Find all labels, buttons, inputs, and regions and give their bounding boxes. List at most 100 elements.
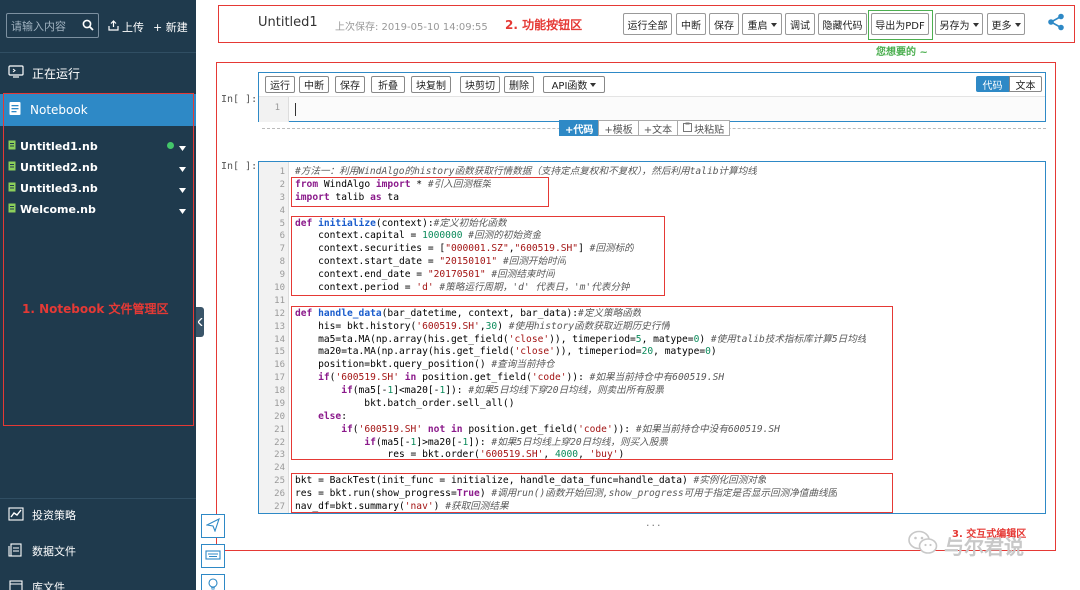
cell-copy-button[interactable]: 块复制 — [411, 76, 451, 93]
editor-annotation: 3. 交互式编辑区 — [952, 529, 1027, 540]
insert-template-button[interactable]: +模板 — [598, 120, 639, 136]
chevron-left-icon — [196, 316, 203, 329]
line-gutter: 1 2 3 4 5 6 7 8 9 10 11 12 13 14 15 16 1… — [259, 162, 289, 513]
chevron-down-icon[interactable] — [179, 162, 186, 175]
search-box[interactable] — [6, 13, 99, 38]
chevron-down-icon — [1014, 19, 1021, 30]
button-label: 折叠 — [378, 81, 398, 92]
cell-run-button[interactable]: 运行 — [265, 76, 295, 93]
line-number: 1 — [259, 97, 289, 122]
mode-code-toggle[interactable]: 代码 — [976, 76, 1009, 92]
file-item-untitled2[interactable]: Untitled2.nb — [8, 158, 188, 176]
code-cell[interactable]: 1 2 3 4 5 6 7 8 9 10 11 12 13 14 15 16 1… — [258, 161, 1046, 514]
mode-text-toggle[interactable]: 文本 — [1009, 76, 1042, 92]
file-item-welcome[interactable]: Welcome.nb — [8, 200, 188, 218]
sidebar-item-notebook[interactable]: Notebook — [0, 94, 196, 126]
sidebar-divider — [0, 498, 196, 499]
sidebar-item-label: 数据文件 — [32, 545, 76, 558]
insert-code-button[interactable]: +代码 — [559, 120, 600, 136]
clipboard-icon — [683, 122, 693, 135]
file-name: Welcome.nb — [20, 202, 96, 216]
line-number: 25 — [274, 476, 285, 486]
run-all-button[interactable]: 运行全部 — [623, 13, 672, 35]
line-number: 18 — [274, 386, 285, 396]
upload-button[interactable]: 上传 — [108, 19, 144, 35]
cell-more-indicator[interactable]: ... — [646, 516, 663, 529]
button-label: 运行 — [270, 81, 290, 92]
sidebar-item-library[interactable]: 库文件 — [0, 572, 196, 590]
api-function-button[interactable]: API函数 — [543, 76, 605, 93]
share-button[interactable] — [1047, 13, 1065, 34]
file-item-untitled1[interactable]: Untitled1.nb — [8, 137, 188, 155]
sidebar-item-label: 正在运行 — [32, 66, 81, 81]
search-input[interactable] — [11, 18, 79, 34]
debug-button[interactable]: 调试 — [785, 13, 815, 35]
hide-code-button[interactable]: 隐藏代码 — [818, 13, 867, 35]
button-label: 另存为 — [939, 20, 970, 32]
notebook-file-icon — [8, 182, 16, 195]
code-line: import talib as ta — [295, 192, 399, 203]
sidebar-item-running[interactable]: 正在运行 — [0, 58, 196, 88]
trend-chart-icon — [8, 506, 24, 524]
bulb-tool-button[interactable] — [201, 574, 225, 590]
line-number: 12 — [274, 309, 285, 319]
sidebar-collapse-handle[interactable] — [196, 307, 204, 337]
file-item-untitled3[interactable]: Untitled3.nb — [8, 179, 188, 197]
button-label: 调试 — [790, 20, 810, 32]
line-number: 9 — [279, 270, 285, 280]
interrupt-button[interactable]: 中断 — [676, 13, 706, 35]
code-line: ma20=ta.MA(np.array(his.get_field('close… — [295, 346, 717, 357]
code-line: def handle_data(bar_datetime, context, b… — [295, 308, 642, 319]
library-icon — [8, 579, 24, 590]
sidebar-item-strategy[interactable]: 投资策略 — [0, 500, 196, 530]
button-label: 隐藏代码 — [822, 20, 863, 32]
line-number: 11 — [274, 296, 285, 306]
restart-button[interactable]: 重启 — [742, 13, 782, 35]
chevron-down-icon — [972, 19, 979, 30]
empty-code-cell[interactable]: 运行 中断 保存 折叠 块复制 块剪切 删除 API函数 代码 文本 1 — [258, 72, 1046, 122]
sidebar-item-data-files[interactable]: 数据文件 — [0, 536, 196, 566]
file-name: Untitled1.nb — [20, 139, 98, 153]
chevron-down-icon[interactable] — [179, 141, 186, 154]
button-label: 保存 — [340, 81, 360, 92]
keyboard-tool-button[interactable] — [201, 544, 225, 568]
notebook-title[interactable]: Untitled1 — [258, 15, 318, 30]
chevron-down-icon[interactable] — [179, 204, 186, 217]
notebook-file-icon — [8, 161, 16, 174]
line-number: 21 — [274, 425, 285, 435]
line-number: 5 — [279, 219, 285, 229]
export-pdf-button[interactable]: 导出为PDF — [871, 13, 929, 35]
line-number: 8 — [279, 257, 285, 267]
save-button[interactable]: 保存 — [709, 13, 739, 35]
line-number: 13 — [274, 322, 285, 332]
code-line: nav_df=bkt.summary('nav') #获取回测结果 — [295, 501, 509, 512]
button-label: 块剪切 — [465, 81, 495, 92]
send-tool-button[interactable] — [201, 514, 225, 538]
toolbar-annotation: 2. 功能按钮区 — [505, 18, 583, 32]
button-label: 中断 — [304, 81, 324, 92]
paste-block-button[interactable]: 块粘贴 — [677, 120, 731, 136]
button-label: 中断 — [681, 20, 701, 32]
more-button[interactable]: 更多 — [987, 13, 1025, 35]
search-icon[interactable] — [82, 19, 94, 34]
line-number: 7 — [279, 244, 285, 254]
line-number: 27 — [274, 502, 285, 512]
wechat-icon — [908, 530, 938, 561]
insert-text-button[interactable]: +文本 — [637, 120, 679, 136]
cell-cut-button[interactable]: 块剪切 — [460, 76, 500, 93]
button-label: API函数 — [551, 81, 588, 92]
file-panel-annotation: 1. Notebook 文件管理区 — [22, 302, 169, 316]
chevron-down-icon[interactable] — [179, 183, 186, 196]
running-status-dot — [167, 142, 174, 149]
cell-delete-button[interactable]: 删除 — [504, 76, 534, 93]
button-label: 运行全部 — [627, 20, 668, 32]
new-button[interactable]: + 新建 — [153, 19, 188, 35]
save-as-button[interactable]: 另存为 — [935, 13, 983, 35]
cell-interrupt-button[interactable]: 中断 — [299, 76, 329, 93]
cell-fold-button[interactable]: 折叠 — [371, 76, 405, 93]
line-number: 16 — [274, 360, 285, 370]
code-line: bkt = BackTest(init_func = initialize, h… — [295, 475, 767, 486]
cell-save-button[interactable]: 保存 — [335, 76, 365, 93]
cell-editor[interactable]: 1 — [259, 96, 1045, 122]
